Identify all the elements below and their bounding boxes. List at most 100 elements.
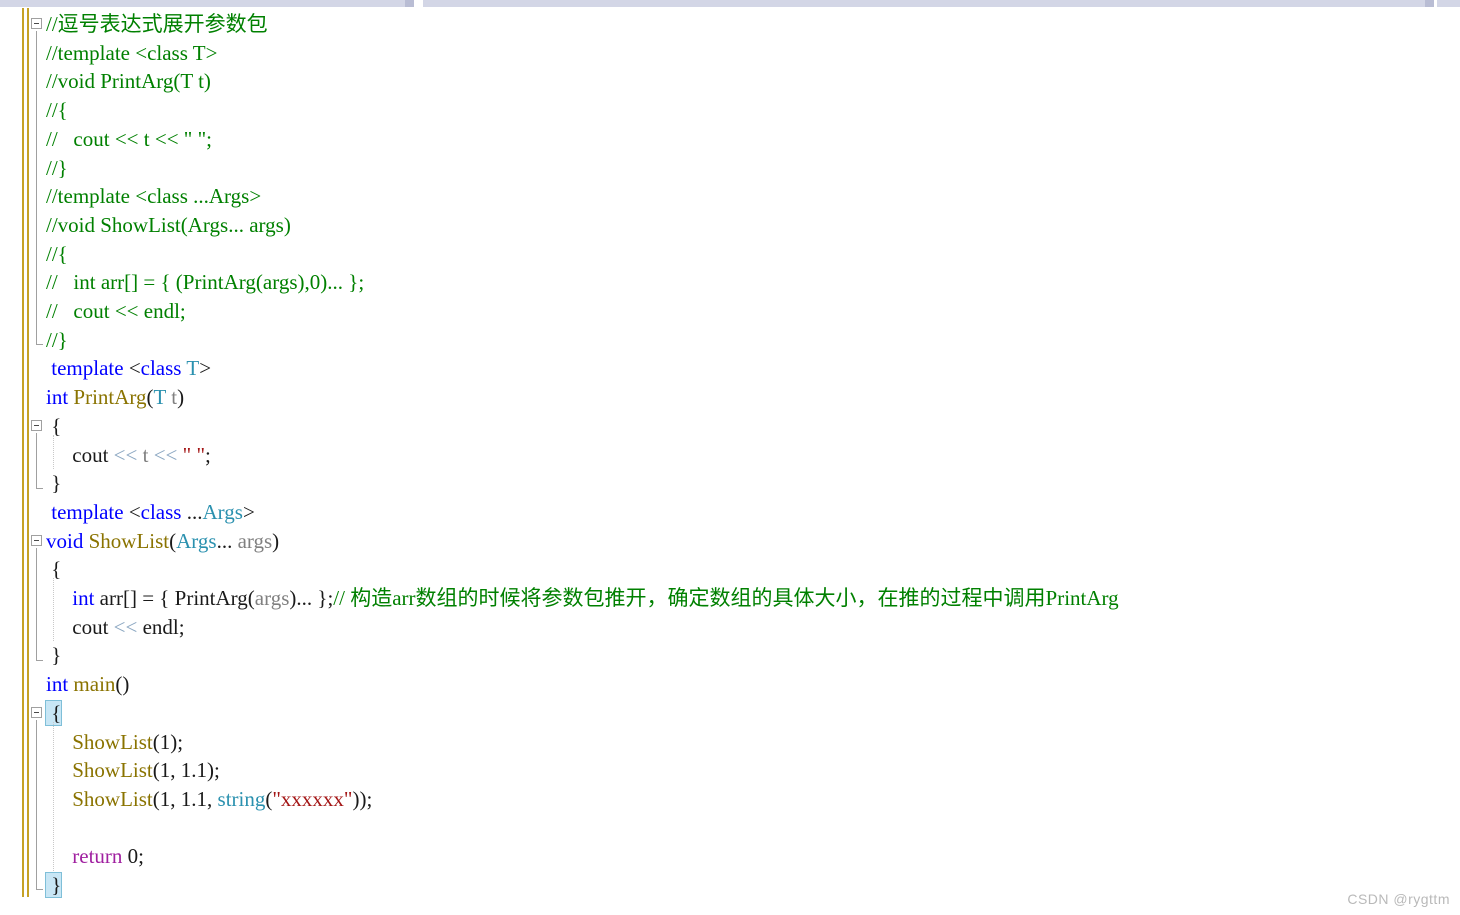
code-line[interactable]: //{ xyxy=(46,240,68,269)
code-token-plain: > xyxy=(199,356,212,381)
code-line[interactable]: //} xyxy=(46,326,68,355)
code-token-plain: < xyxy=(123,499,141,524)
code-token-typ: T xyxy=(186,356,200,381)
code-token-kw: template xyxy=(51,356,124,381)
code-line[interactable]: //{ xyxy=(46,96,68,125)
code-token-fn: main xyxy=(73,672,116,697)
code-token-plain: cout xyxy=(46,614,109,639)
code-token-num: 1 xyxy=(159,729,171,754)
code-token-op: << xyxy=(108,442,143,467)
code-token-plain: )... }; xyxy=(289,586,334,610)
indent-guide xyxy=(53,434,55,470)
code-token-cmt: //template <class T> xyxy=(46,40,218,65)
code-line[interactable]: // cout << t << " "; xyxy=(46,125,212,154)
code-line[interactable]: int main() xyxy=(46,670,129,699)
code-token-plain: < xyxy=(123,356,141,381)
code-token-plain: ... xyxy=(181,499,203,524)
code-token-op: << xyxy=(108,614,143,639)
code-token-plain: )); xyxy=(352,786,373,811)
code-token-plain: } xyxy=(46,471,62,496)
code-token-fn: ShowList xyxy=(88,528,170,553)
code-token-cmt: //} xyxy=(46,155,68,180)
code-token-cmt: // cout << endl; xyxy=(46,299,186,323)
code-token-typ: T xyxy=(153,385,166,410)
code-line[interactable]: //} xyxy=(46,154,68,183)
code-token-cmt: // int arr[] = { (PrintArg(args),0)... }… xyxy=(46,270,365,295)
code-line[interactable]: ShowList(1, 1.1); xyxy=(46,756,220,785)
code-token-kw: int xyxy=(46,385,69,410)
code-token-cmt: // 构造arr数组的时候将参数包推开，确定数组的具体大小，在推的过程中调用Pr… xyxy=(333,586,1119,610)
code-token-plain: PrintArg xyxy=(174,586,248,610)
code-line[interactable]: //template <class ...Args> xyxy=(46,182,261,211)
code-token-cmt: //{ xyxy=(46,241,68,266)
csdn-watermark: CSDN @rygttm xyxy=(1347,891,1450,907)
code-token-plain: ) xyxy=(177,385,185,410)
code-token-plain: ( xyxy=(146,385,154,410)
code-token-plain: ; xyxy=(178,614,185,639)
indent-guide xyxy=(53,721,55,871)
code-token-plain: ( xyxy=(152,729,160,754)
code-line[interactable]: } xyxy=(46,641,61,670)
code-token-typ: Args xyxy=(176,528,217,553)
code-line[interactable]: //void ShowList(Args... args) xyxy=(46,211,291,240)
indent-guide xyxy=(53,578,55,642)
code-token-cmt: //void ShowList(Args... args) xyxy=(46,212,291,237)
code-line[interactable]: // int arr[] = { (PrintArg(args),0)... }… xyxy=(46,268,364,297)
code-token-plain: ( xyxy=(152,786,160,811)
code-line[interactable]: //void PrintArg(T t) xyxy=(46,67,211,96)
code-line[interactable]: cout << endl; xyxy=(46,613,185,642)
code-token-fn: ShowList xyxy=(72,729,153,754)
code-token-plain: ) xyxy=(272,528,280,553)
code-token-cmt: //template <class ...Args> xyxy=(46,184,262,209)
code-token-kw: class xyxy=(140,499,182,524)
matching-brace-highlight: } xyxy=(44,872,63,898)
code-token-plain: arr[] = { xyxy=(94,586,175,610)
code-token-typ: Args xyxy=(202,499,243,524)
code-line[interactable]: void ShowList(Args... args) xyxy=(46,527,279,556)
code-line[interactable]: } xyxy=(46,469,61,498)
code-token-plain: ; xyxy=(205,442,211,467)
code-token-plain: > xyxy=(242,499,255,524)
horizontal-scrollbar-strip[interactable] xyxy=(0,0,1460,8)
code-line[interactable]: template <class T> xyxy=(46,354,211,383)
code-token-plain: ... xyxy=(216,528,238,553)
code-token-param: args xyxy=(237,528,273,553)
code-line[interactable]: //template <class T> xyxy=(46,39,217,68)
scrollbar-track-segment[interactable] xyxy=(423,0,1425,7)
code-token-plain: ; xyxy=(138,844,144,869)
code-token-op: << xyxy=(148,442,183,467)
code-line[interactable]: template <class ...Args> xyxy=(46,498,255,527)
code-token-plain: ( xyxy=(247,586,255,610)
code-token-plain: , xyxy=(207,786,218,811)
code-token-num: 1, 1.1 xyxy=(159,758,208,783)
code-line[interactable]: cout << t << " "; xyxy=(46,441,211,470)
code-token-plain: ); xyxy=(170,729,184,754)
code-token-param: args xyxy=(254,586,290,610)
code-text-area[interactable]: //逗号表达式展开参数包 //template <class T> //void P… xyxy=(0,8,1460,915)
code-token-kw: template xyxy=(51,499,124,524)
code-token-num: 0 xyxy=(127,844,139,869)
scrollbar-track-segment[interactable] xyxy=(0,0,405,7)
code-line[interactable]: } xyxy=(44,871,63,900)
code-token-kw: int xyxy=(46,672,69,697)
code-token-cmt: //void PrintArg(T t) xyxy=(46,69,211,94)
code-line[interactable]: int PrintArg(T t) xyxy=(46,383,184,412)
code-line[interactable]: //逗号表达式展开参数包 xyxy=(46,10,268,39)
code-token-num: 1, 1.1 xyxy=(159,786,208,811)
scrollbar-notch[interactable] xyxy=(1425,0,1434,7)
code-line[interactable]: ShowList(1, 1.1, string("xxxxxx")); xyxy=(46,785,372,814)
code-line[interactable]: // cout << endl; xyxy=(46,297,186,326)
code-line[interactable]: ShowList(1); xyxy=(46,728,183,757)
code-token-typ: string xyxy=(217,786,266,811)
scrollbar-track-segment[interactable] xyxy=(1437,0,1460,7)
code-token-cmt: //{ xyxy=(46,98,68,123)
code-line[interactable]: int arr[] = { PrintArg(args)... };// 构造a… xyxy=(46,584,1119,613)
code-editor-surface[interactable]: //逗号表达式展开参数包 //template <class T> //void P… xyxy=(0,8,1460,915)
code-token-fn: PrintArg xyxy=(73,385,147,410)
scrollbar-notch[interactable] xyxy=(405,0,414,7)
code-line[interactable]: return 0; xyxy=(46,842,144,871)
code-token-str: " " xyxy=(182,442,206,467)
